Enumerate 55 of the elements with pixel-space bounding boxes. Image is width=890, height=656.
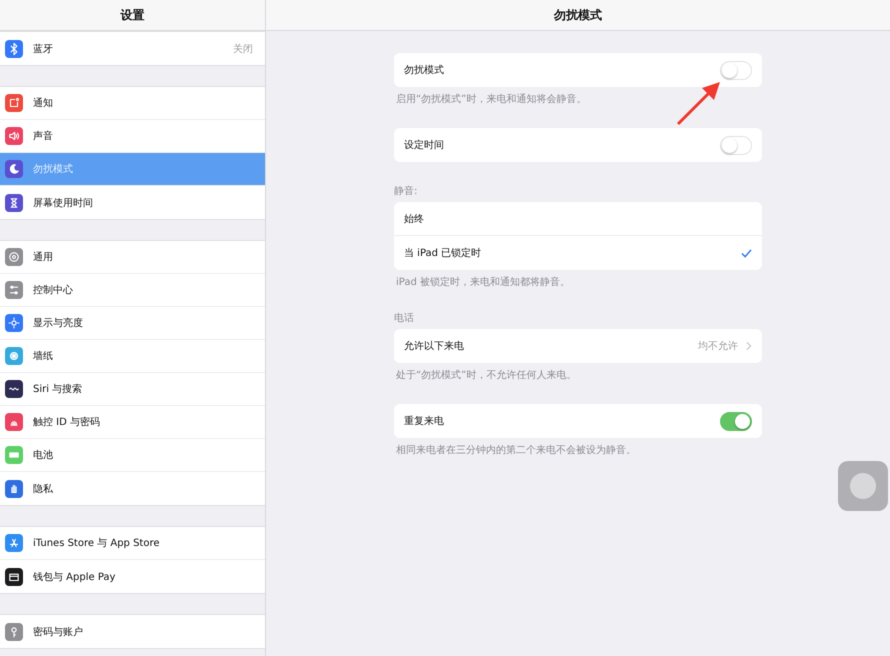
row-label: 始终 [404, 212, 425, 226]
item-label: Siri 与搜索 [33, 382, 84, 396]
row-value: 均不允许 [698, 340, 738, 353]
row-label: 当 iPad 已锁定时 [404, 246, 482, 260]
sidebar-item[interactable]: 密码与账户 [0, 615, 265, 648]
section-footer: iPad 被锁定时，来电和通知都将静音。 [394, 270, 762, 289]
section-header: 静音: [394, 184, 418, 199]
sidebar-item[interactable]: 电池 [0, 439, 265, 472]
detail-title: 勿扰模式 [554, 6, 602, 24]
settings-row[interactable]: 当 iPad 已锁定时 [394, 236, 762, 270]
item-value: 关闭 [233, 42, 253, 56]
settings-row[interactable]: 重复来电 [394, 404, 762, 438]
floating-button[interactable] [838, 461, 888, 511]
sidebar-item[interactable]: 触控 ID 与密码 [0, 406, 265, 439]
item-label: 勿扰模式 [33, 162, 74, 176]
sidebar-item[interactable]: 墙纸 [0, 340, 265, 373]
sidebar-item[interactable]: iTunes Store 与 App Store [0, 527, 265, 560]
item-label: 墙纸 [33, 350, 54, 363]
item-label: 声音 [33, 130, 54, 143]
row-label: 允许以下来电 [404, 340, 465, 353]
sidebar-item[interactable]: 通用 [0, 241, 265, 274]
item-label: 通知 [33, 96, 54, 110]
section-header: 电话 [394, 312, 415, 326]
sidebar-item[interactable]: 显示与亮度 [0, 307, 265, 340]
row-label: 设定时间 [404, 138, 445, 152]
item-label: 隐私 [33, 482, 54, 496]
settings-row[interactable]: 勿扰模式 [394, 53, 762, 87]
item-label: iTunes Store 与 App Store [33, 536, 161, 550]
chevron-icon [746, 341, 752, 351]
section-footer: 启用“勿扰模式”时，来电和通知将会静音。 [394, 87, 762, 106]
item-label: 蓝牙 [33, 42, 54, 56]
row-label: 重复来电 [404, 414, 445, 428]
row-label: 勿扰模式 [404, 64, 445, 77]
item-label: 显示与亮度 [33, 316, 84, 330]
sidebar-item[interactable]: 屏幕使用时间 [0, 186, 265, 219]
sidebar-item[interactable]: 蓝牙 关闭 [0, 32, 265, 65]
settings-row[interactable]: 始终 [394, 202, 762, 236]
sidebar-item[interactable]: 隐私 [0, 472, 265, 505]
sidebar-item[interactable]: Siri 与搜索 [0, 373, 265, 406]
item-label: 屏幕使用时间 [33, 196, 94, 210]
section-footer: 处于“勿扰模式”时，不允许任何人来电。 [394, 363, 762, 382]
item-label: 通用 [33, 250, 54, 264]
section-footer: 相同来电者在三分钟内的第二个来电不会被设为静音。 [394, 438, 762, 457]
item-label: 电池 [33, 448, 54, 462]
sidebar-item[interactable]: 钱包与 Apple Pay [0, 560, 265, 593]
item-label: 钱包与 Apple Pay [33, 570, 116, 584]
item-label: 触控 ID 与密码 [33, 416, 102, 429]
toggle-switch[interactable] [720, 412, 752, 430]
sidebar-title: 设置 [120, 6, 144, 24]
item-label: 控制中心 [33, 284, 74, 297]
settings-row[interactable]: 设定时间 [394, 128, 762, 162]
sidebar-item[interactable]: 控制中心 [0, 274, 265, 307]
item-label: 密码与账户 [33, 626, 84, 638]
sidebar-item[interactable]: 通知 [0, 87, 265, 120]
settings-row[interactable]: 允许以下来电 均不允许 [394, 329, 762, 363]
